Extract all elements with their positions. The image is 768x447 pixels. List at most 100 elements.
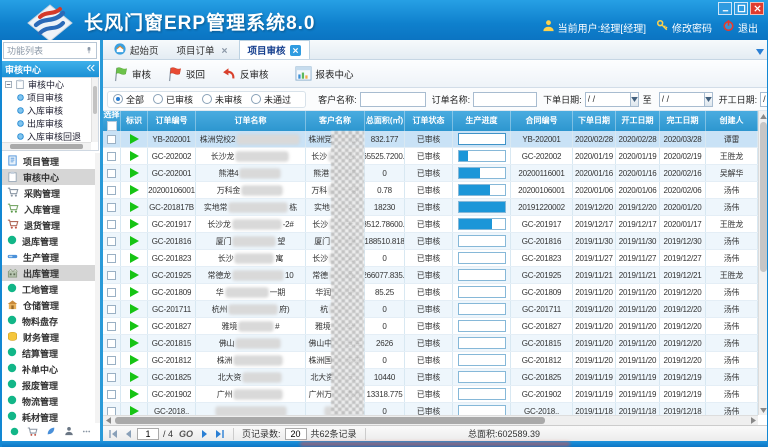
row-checkbox[interactable] — [107, 305, 116, 314]
table-row[interactable]: GC-201817B 实地常栋 实地#.. 18230 已审核 20191220… — [103, 199, 758, 216]
row-checkbox[interactable] — [107, 271, 116, 280]
table-row[interactable]: GC-202001 熊港4 熊港墙 0 已审核 20200116001 2020… — [103, 165, 758, 182]
tree-item[interactable]: 入库审核 — [2, 104, 98, 117]
table-row[interactable]: YB-202001 株洲党校2 株洲党惠.. 832.177 已审核 YB-20… — [103, 131, 758, 148]
logout-button[interactable]: 退出 — [722, 19, 758, 35]
sidebar-item[interactable]: 退货管理 — [0, 217, 95, 233]
more-icon[interactable] — [82, 427, 91, 438]
column-header[interactable]: 标识 — [121, 111, 148, 131]
tab[interactable]: 项目订单 — [168, 40, 239, 59]
table-row[interactable]: GC-201823 长沙寓 长沙之.. 0 已审核 GC-201823 2019… — [103, 250, 758, 267]
sidebar-item[interactable]: 生产管理 — [0, 249, 95, 265]
order-date-to-input[interactable] — [659, 92, 705, 107]
row-checkbox[interactable] — [107, 186, 116, 195]
table-row[interactable]: GC-201925 常德龙10 常德源.. 266077.835.. 已审核 G… — [103, 267, 758, 284]
tree-item[interactable]: 出库审核 — [2, 117, 98, 130]
sidebar-item[interactable]: 结算管理 — [0, 345, 95, 361]
column-header[interactable]: 订单状态 — [405, 111, 453, 131]
date-dropdown-icon[interactable] — [631, 92, 639, 107]
column-header[interactable]: 订单名称 — [196, 111, 306, 131]
leaf-icon[interactable] — [46, 426, 56, 438]
sidebar-item[interactable]: 出库管理 — [0, 265, 95, 281]
next-page-icon[interactable] — [199, 428, 210, 439]
sidebar-item[interactable]: 采购管理 — [0, 185, 95, 201]
table-row[interactable]: GC-201917 长沙龙-2# 长沙天.. 8512.78600.. 已审核 … — [103, 216, 758, 233]
sidebar-item[interactable]: 退库管理 — [0, 233, 95, 249]
close-button[interactable] — [750, 2, 764, 15]
tree-root-audit-center[interactable]: 审核中心 — [2, 78, 98, 91]
row-checkbox[interactable] — [107, 339, 116, 348]
sidebar-item[interactable]: 物料盘存 — [0, 313, 95, 329]
tab-close-icon[interactable] — [290, 45, 301, 56]
tree-horizontal-scrollbar[interactable] — [2, 142, 91, 150]
row-checkbox[interactable] — [107, 322, 116, 331]
tab-close-icon[interactable] — [219, 45, 230, 56]
prev-page-icon[interactable] — [122, 428, 133, 439]
status-radio[interactable]: 全部 — [113, 93, 144, 106]
sidebar-item[interactable]: 仓储管理 — [0, 297, 95, 313]
sidebar-item[interactable]: 工地管理 — [0, 281, 95, 297]
table-row[interactable]: GC-201809 华一期 华润期 85.25 已审核 GC-201809 20… — [103, 284, 758, 301]
scroll-right-icon[interactable] — [748, 416, 758, 425]
cart-icon[interactable] — [27, 426, 38, 439]
tab[interactable]: 起始页 — [105, 40, 168, 59]
status-radio[interactable]: 未通过 — [251, 93, 291, 106]
column-header[interactable]: 创建人 — [706, 111, 758, 131]
column-header[interactable]: 订单编号 — [148, 111, 196, 131]
scroll-left-icon[interactable] — [103, 416, 113, 425]
table-row[interactable]: GC-201902 广州 广州万森林 13318.775 已审核 GC-2019… — [103, 386, 758, 403]
column-header[interactable]: 开工日期 — [616, 111, 660, 131]
sidebar-item[interactable]: 入库管理 — [0, 201, 95, 217]
sidebar-splitter[interactable] — [100, 40, 103, 441]
row-checkbox[interactable] — [107, 373, 116, 382]
table-row[interactable]: 20200106001 万科金 万科一期 0.78 已审核 2020010600… — [103, 182, 758, 199]
date-dropdown-icon[interactable] — [705, 92, 713, 107]
order-name-input[interactable] — [473, 92, 537, 107]
row-checkbox[interactable] — [107, 220, 116, 229]
table-row[interactable]: GC-2018.. 0 已审核 GC-2018.. 2019/11/18 201… — [103, 403, 758, 415]
function-search-input[interactable]: 功能列表 — [3, 42, 97, 59]
sidebar-item[interactable]: 报废管理 — [0, 377, 95, 393]
sidebar-item[interactable]: 财务管理 — [0, 329, 95, 345]
page-number-input[interactable] — [137, 428, 159, 440]
table-row[interactable]: GC-201816 厦门望 厦门望 188510.818 已审核 GC-2018… — [103, 233, 758, 250]
table-row[interactable]: GC-201812 株洲 株洲国未来 0 已审核 GC-201812 2019/… — [103, 352, 758, 369]
first-page-icon[interactable] — [107, 428, 118, 439]
row-checkbox[interactable] — [107, 356, 116, 365]
order-date-from-input[interactable] — [585, 92, 631, 107]
toolbar-button[interactable]: 反审核 — [219, 65, 269, 82]
table-row[interactable]: GC-201815 佛山 佛山中仓库 2626 已审核 GC-201815 20… — [103, 335, 758, 352]
person-icon[interactable] — [64, 426, 74, 438]
table-row[interactable]: GC-202002 长沙龙 长沙惠.. 65525.7200.. 已审核 GC-… — [103, 148, 758, 165]
scrollbar-thumb[interactable] — [760, 122, 767, 272]
toolbar-button[interactable]: 报表中心 — [295, 65, 354, 82]
dot-icon[interactable] — [10, 427, 19, 438]
table-horizontal-scrollbar[interactable] — [103, 415, 758, 425]
toolbar-button[interactable]: 驳回 — [165, 65, 205, 82]
toolbar-button[interactable]: 审核 — [111, 65, 151, 82]
go-button[interactable]: GO — [179, 429, 193, 439]
sidebar-item[interactable]: 耗材管理 — [0, 409, 95, 423]
tab[interactable]: 项目审核 — [239, 40, 310, 59]
row-checkbox[interactable] — [107, 203, 116, 212]
row-checkbox[interactable] — [107, 390, 116, 399]
collapse-icon[interactable] — [86, 64, 95, 74]
row-checkbox[interactable] — [107, 169, 116, 178]
pin-icon[interactable] — [85, 46, 93, 56]
expander-icon[interactable] — [5, 80, 12, 90]
minimize-button[interactable] — [718, 2, 732, 15]
scrollbar-thumb[interactable] — [115, 417, 545, 424]
column-header[interactable]: 生产进度 — [453, 111, 511, 131]
column-header[interactable]: 下单日期 — [573, 111, 616, 131]
sidebar-item[interactable]: 补单中心 — [0, 361, 95, 377]
page-size-input[interactable] — [285, 428, 307, 440]
row-checkbox[interactable] — [107, 407, 116, 416]
column-header[interactable]: 完工日期 — [660, 111, 706, 131]
sidebar-item[interactable]: 审核中心 — [0, 169, 95, 185]
sidebar-item[interactable]: 物流管理 — [0, 393, 95, 409]
tree-vertical-scrollbar[interactable] — [91, 78, 98, 142]
table-row[interactable]: GC-201825 北大资 北大资天.. 10440 已审核 GC-201825… — [103, 369, 758, 386]
column-header[interactable]: 总面积(㎡) — [365, 111, 405, 131]
tree-item[interactable]: 项目审核 — [2, 91, 98, 104]
row-checkbox[interactable] — [107, 288, 116, 297]
